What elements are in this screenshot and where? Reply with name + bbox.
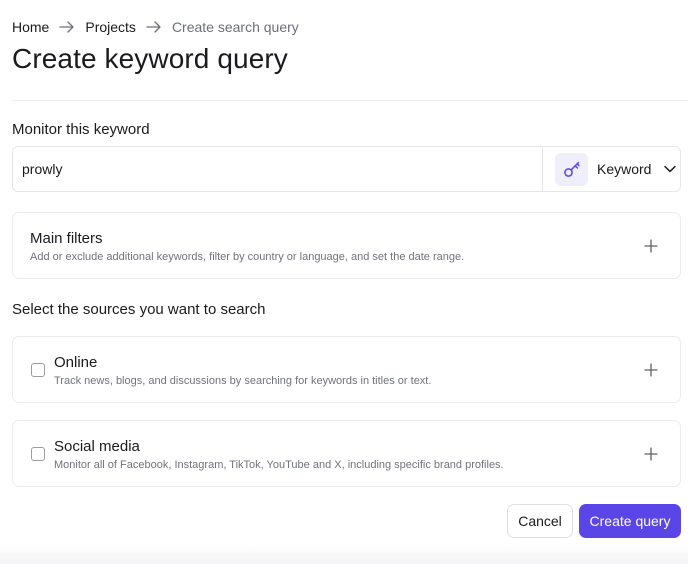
online-checkbox[interactable] <box>31 363 45 377</box>
page-title: Create keyword query <box>12 43 288 74</box>
breadcrumb-home[interactable]: Home <box>12 19 49 35</box>
source-card-online[interactable]: Online Track news, blogs, and discussion… <box>12 336 681 403</box>
breadcrumb: Home Projects Create search query <box>12 18 299 36</box>
social-media-title: Social media <box>54 438 140 455</box>
online-description: Track news, blogs, and discussions by se… <box>54 375 432 387</box>
social-media-checkbox[interactable] <box>31 447 45 461</box>
header-divider <box>12 100 688 101</box>
breadcrumb-projects[interactable]: Projects <box>85 19 136 35</box>
plus-icon[interactable] <box>644 363 658 377</box>
arrow-right-icon <box>59 21 75 33</box>
keyword-type-label: Keyword <box>597 161 652 177</box>
key-icon <box>563 161 580 177</box>
create-query-button[interactable]: Create query <box>579 504 681 538</box>
plus-icon[interactable] <box>644 239 658 253</box>
online-title: Online <box>54 354 98 371</box>
main-filters-title: Main filters <box>30 230 103 247</box>
source-card-social-media[interactable]: Social media Monitor all of Facebook, In… <box>12 420 681 487</box>
social-media-description: Monitor all of Facebook, Instagram, TikT… <box>54 459 504 471</box>
arrow-right-icon <box>146 21 161 33</box>
main-filters-description: Add or exclude additional keywords, filt… <box>30 251 465 263</box>
breadcrumb-current: Create search query <box>171 19 299 35</box>
chevron-down-icon <box>664 165 677 173</box>
main-filters-card[interactable]: Main filters Add or exclude additional k… <box>12 212 681 279</box>
keyword-field-group: Keyword <box>12 146 681 192</box>
bottom-fade <box>0 544 688 564</box>
keyword-section-label: Monitor this keyword <box>12 121 150 138</box>
cancel-button[interactable]: Cancel <box>507 504 573 538</box>
plus-icon[interactable] <box>644 447 658 461</box>
keyword-input[interactable] <box>13 147 542 191</box>
keyword-type-select[interactable]: Keyword <box>542 147 680 191</box>
key-icon-badge <box>555 152 588 186</box>
sources-section-label: Select the sources you want to search <box>12 301 266 318</box>
